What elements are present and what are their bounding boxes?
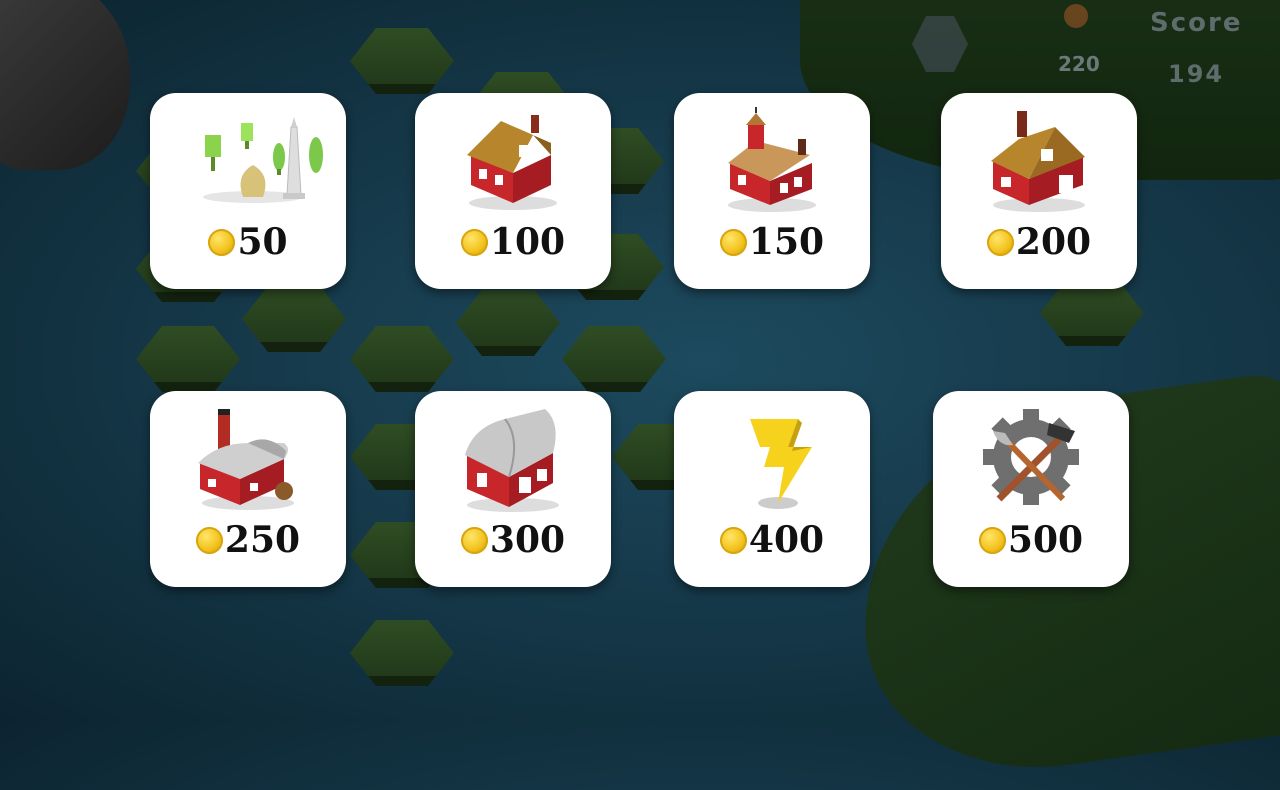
silo-barn-icon: [150, 403, 346, 515]
price-value: 50: [237, 221, 288, 263]
price-value: 250: [224, 519, 301, 561]
price-label: 100: [415, 221, 611, 263]
score-label: Score: [1150, 8, 1243, 38]
coin-icon: [460, 526, 488, 554]
shop-item-lightning[interactable]: 400: [674, 391, 870, 587]
shop-item-house-small[interactable]: 100: [415, 93, 611, 289]
shop-item-house-bell[interactable]: 150: [674, 93, 870, 289]
hex-tile: [350, 28, 454, 94]
coin-icon: [195, 526, 223, 554]
price-label: 200: [941, 221, 1137, 263]
price-label: 250: [150, 519, 346, 561]
hex-tile: [1040, 280, 1144, 346]
price-value: 500: [1007, 519, 1084, 561]
bell-tower-house-icon: [674, 105, 870, 217]
price-value: 150: [748, 221, 825, 263]
hex-tile: [242, 286, 346, 352]
coin-icon: [719, 526, 747, 554]
tools-gear-icon: [933, 403, 1129, 515]
price-label: 50: [150, 221, 346, 263]
trees-monument-icon: [150, 105, 346, 217]
coin-icon: [1064, 4, 1088, 28]
shop-item-silo-barn[interactable]: 250: [150, 391, 346, 587]
big-barn-icon: [415, 403, 611, 515]
hex-tile: [136, 326, 240, 392]
price-value: 400: [748, 519, 825, 561]
price-label: 300: [415, 519, 611, 561]
coin-icon: [719, 228, 747, 256]
hex-tile: [456, 290, 560, 356]
coin-balance: 220: [1058, 52, 1100, 76]
price-value: 100: [489, 221, 566, 263]
price-value: 300: [489, 519, 566, 561]
coin-icon: [986, 228, 1014, 256]
shop-item-trees[interactable]: 50: [150, 93, 346, 289]
hex-tile: [350, 326, 454, 392]
price-label: 400: [674, 519, 870, 561]
coin-icon: [208, 228, 236, 256]
shop-item-big-barn[interactable]: 300: [415, 391, 611, 587]
price-label: 500: [933, 519, 1129, 561]
hex-tile: [350, 620, 454, 686]
lightning-icon: [674, 403, 870, 515]
shop-item-barn-small[interactable]: 200: [941, 93, 1137, 289]
coin-icon: [978, 526, 1006, 554]
hex-tile: [562, 326, 666, 392]
price-value: 200: [1015, 221, 1092, 263]
shop-item-tools[interactable]: 500: [933, 391, 1129, 587]
small-house-icon: [415, 105, 611, 217]
score-value: 194: [1168, 60, 1225, 88]
small-barn-icon: [941, 105, 1137, 217]
coin-icon: [460, 228, 488, 256]
rock-cliff: [0, 0, 130, 170]
price-label: 150: [674, 221, 870, 263]
